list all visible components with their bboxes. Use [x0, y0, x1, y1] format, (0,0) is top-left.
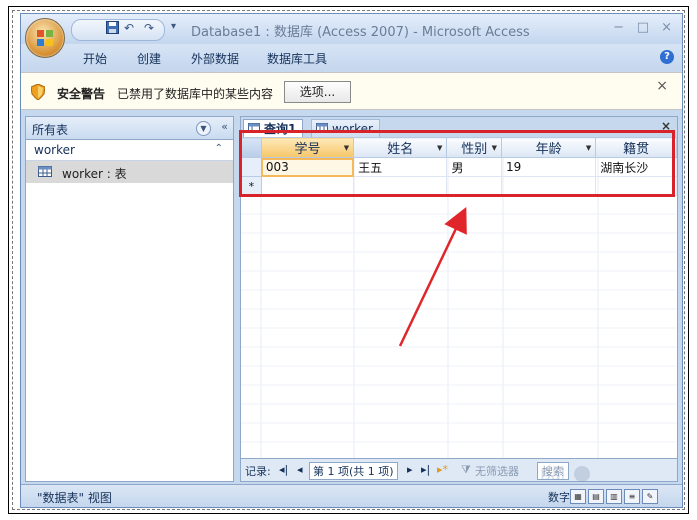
security-warning-message: 已禁用了数据库中的某些内容	[117, 87, 274, 101]
cell-xingming[interactable]: 王五	[353, 157, 448, 177]
header-row: 学号 ▼ 姓名 ▼ 性别 ▼ 年龄 ▼ 籍贯	[241, 137, 677, 158]
datasheet: 学号 ▼ 姓名 ▼ 性别 ▼ 年龄 ▼ 籍贯 003 王五 男 19 湖南长沙 *	[241, 137, 677, 461]
new-cell[interactable]	[260, 176, 355, 196]
next-record-icon[interactable]: ▸	[407, 463, 413, 476]
new-record-icon[interactable]: ▸*	[437, 463, 448, 476]
cell-nianling[interactable]: 19	[501, 157, 597, 177]
column-header-jiguan[interactable]: 籍贯	[595, 137, 677, 158]
quick-access-toolbar: ↶ ↷	[71, 19, 165, 41]
sql-view-icon[interactable]: ≡	[624, 489, 640, 504]
office-logo-icon	[37, 30, 53, 46]
column-header-xingbie[interactable]: 性别 ▼	[446, 137, 503, 158]
pivottable-view-icon[interactable]: ▤	[588, 489, 604, 504]
collapse-pane-icon[interactable]: «	[221, 120, 228, 133]
new-cell[interactable]	[446, 176, 503, 196]
column-header-nianling[interactable]: 年龄 ▼	[501, 137, 597, 158]
new-cell[interactable]	[501, 176, 597, 196]
design-view-icon[interactable]: ✎	[642, 489, 658, 504]
security-message-bar: 安全警告 已禁用了数据库中的某些内容 选项... ×	[21, 72, 682, 110]
navigation-pane: 所有表 ▼ « worker ⌃ worker : 表	[25, 116, 234, 482]
nav-item-worker-table[interactable]: worker : 表	[26, 161, 233, 183]
select-all-corner[interactable]	[241, 137, 262, 158]
new-row-marker[interactable]: *	[241, 176, 262, 196]
column-dropdown-icon[interactable]: ▼	[344, 144, 349, 152]
cell-xuehao[interactable]: 003	[260, 157, 355, 177]
title-bar: ↶ ↷ ▾ Database1 : 数据库 (Access 2007) - Mi…	[21, 14, 682, 44]
status-view-label: "数据表" 视图	[37, 491, 112, 505]
minimize-button[interactable]: −	[613, 20, 624, 35]
query-icon	[248, 123, 260, 133]
column-header-xuehao[interactable]: 学号 ▼	[260, 137, 355, 158]
row-selector[interactable]	[241, 157, 262, 177]
new-cell[interactable]	[353, 176, 448, 196]
first-record-icon[interactable]: ◂|	[279, 463, 288, 476]
close-button[interactable]: ×	[661, 20, 672, 35]
pivotchart-view-icon[interactable]: ▥	[606, 489, 622, 504]
table-row: 003 王五 男 19 湖南长沙	[241, 157, 677, 177]
nav-group-label: worker	[34, 143, 75, 157]
cell-jiguan[interactable]: 湖南长沙	[595, 157, 677, 177]
close-message-bar-icon[interactable]: ×	[656, 78, 668, 94]
filter-icon[interactable]: ⧩	[461, 463, 471, 477]
table-icon	[316, 123, 328, 133]
prev-record-icon[interactable]: ◂	[297, 463, 303, 476]
save-icon[interactable]	[106, 21, 119, 37]
nav-pane-title: 所有表	[32, 123, 69, 137]
collapse-group-icon[interactable]: ⌃	[215, 143, 223, 154]
column-dropdown-icon[interactable]: ▼	[586, 144, 591, 152]
datasheet-view-icon[interactable]: ▦	[570, 489, 586, 504]
cell-xingbie[interactable]: 男	[446, 157, 503, 177]
column-header-xingming[interactable]: 姓名 ▼	[353, 137, 448, 158]
new-record-row: *	[241, 176, 677, 196]
tab-worker[interactable]: worker	[311, 119, 380, 137]
options-button[interactable]: 选项...	[284, 81, 351, 103]
window-title: Database1 : 数据库 (Access 2007) - Microsof…	[191, 25, 530, 40]
record-label: 记录:	[245, 465, 271, 478]
undo-icon[interactable]: ↶	[124, 21, 134, 35]
document-area: 查询1 worker × 学号 ▼ 姓名 ▼ 性别 ▼ 年龄 ▼ 籍贯 003 …	[240, 116, 678, 482]
help-icon[interactable]: ?	[660, 50, 674, 64]
nav-group-header[interactable]: worker ⌃	[26, 140, 233, 161]
maximize-button[interactable]: □	[637, 20, 649, 35]
tab-worker-label: worker	[332, 122, 373, 136]
tab-query1-label: 查询1	[264, 122, 297, 136]
tab-create[interactable]: 创建	[137, 50, 161, 67]
ribbon-tab-strip: 开始 创建 外部数据 数据库工具 ?	[21, 44, 682, 70]
column-dropdown-icon[interactable]: ▼	[492, 144, 497, 152]
tab-query1[interactable]: 查询1	[243, 119, 304, 137]
watermark-logo: Bai	[540, 465, 590, 484]
access-window: ↶ ↷ ▾ Database1 : 数据库 (Access 2007) - Mi…	[20, 13, 683, 508]
tab-database-tools[interactable]: 数据库工具	[267, 50, 327, 67]
office-button[interactable]	[25, 18, 65, 58]
close-document-icon[interactable]: ×	[661, 119, 671, 133]
table-icon	[38, 166, 52, 177]
status-numlock: 数字	[548, 491, 570, 504]
no-filter-label[interactable]: 无筛选器	[475, 463, 519, 479]
tab-home[interactable]: 开始	[83, 50, 107, 67]
nav-pane-header[interactable]: 所有表 ▼ «	[26, 117, 233, 140]
customize-qat-icon[interactable]: ▾	[171, 21, 176, 32]
security-warning-title: 安全警告	[57, 87, 106, 101]
redo-icon[interactable]: ↷	[144, 21, 154, 35]
tab-external-data[interactable]: 外部数据	[191, 50, 239, 67]
document-tab-strip: 查询1 worker ×	[241, 117, 677, 137]
new-cell[interactable]	[595, 176, 677, 196]
status-bar: "数据表" 视图 数字 ▦ ▤ ▥ ≡ ✎	[21, 484, 682, 507]
nav-menu-dropdown-icon[interactable]: ▼	[196, 121, 211, 136]
record-position-field[interactable]: 第 1 项(共 1 项)	[309, 462, 398, 480]
column-dropdown-icon[interactable]: ▼	[437, 144, 442, 152]
nav-item-label: worker : 表	[62, 167, 127, 181]
datasheet-table: 学号 ▼ 姓名 ▼ 性别 ▼ 年龄 ▼ 籍贯 003 王五 男 19 湖南长沙 *	[241, 137, 677, 196]
svg-text:Bai: Bai	[540, 465, 565, 484]
last-record-icon[interactable]: ▸|	[421, 463, 430, 476]
shield-warning-icon	[31, 84, 45, 100]
